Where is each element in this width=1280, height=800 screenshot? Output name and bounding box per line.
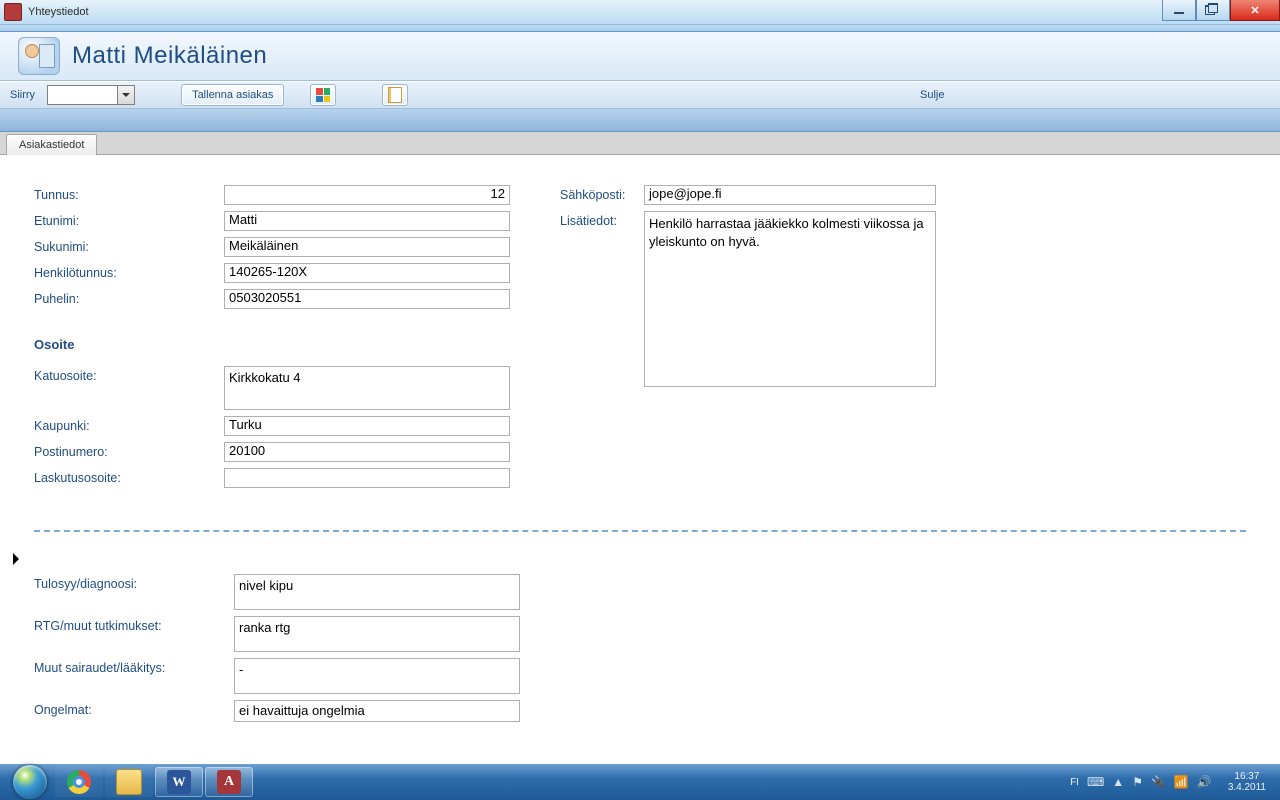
tray-language[interactable]: FI (1070, 777, 1079, 788)
folder-icon (116, 769, 142, 795)
taskbar-clock[interactable]: 16:37 3.4.2011 (1220, 771, 1274, 794)
goto-label: Siirry (10, 89, 35, 101)
taskbar-word[interactable]: W (155, 767, 203, 797)
label-etunimi: Etunimi: (34, 211, 224, 228)
field-rtg[interactable]: ranka rtg (234, 616, 520, 652)
section-bar (0, 109, 1280, 132)
maximize-button[interactable] (1196, 0, 1230, 21)
ribbon-spacer (0, 25, 1280, 32)
minimize-button[interactable] (1162, 0, 1196, 21)
document-icon (388, 87, 402, 103)
label-kaupunki: Kaupunki: (34, 416, 224, 433)
field-laskutusosoite[interactable] (224, 468, 510, 488)
taskbar: W A FI ⌨ ▲ ⚑ 🔌 📶 🔊 16:37 3.4.2011 (0, 764, 1280, 800)
system-tray: FI ⌨ ▲ ⚑ 🔌 📶 🔊 16:37 3.4.2011 (1070, 771, 1274, 794)
label-postinumero: Postinumero: (34, 442, 224, 459)
field-sahkoposti[interactable]: jope@jope.fi (644, 185, 936, 205)
label-muut: Muut sairaudet/lääkitys: (34, 658, 234, 675)
tab-row: Asiakastiedot (0, 132, 1280, 155)
label-puhelin: Puhelin: (34, 289, 224, 306)
taskbar-access[interactable]: A (205, 767, 253, 797)
label-sukunimi: Sukunimi: (34, 237, 224, 254)
field-puhelin[interactable]: 0503020551 (224, 289, 510, 309)
label-tunnus: Tunnus: (34, 185, 224, 202)
page-title: Matti Meikäläinen (72, 42, 267, 70)
label-katuosoite: Katuosoite: (34, 366, 224, 383)
form-toolbar: Siirry Tallenna asiakas Sulje (0, 81, 1280, 109)
clock-date: 3.4.2011 (1228, 782, 1266, 794)
taskbar-explorer[interactable] (105, 767, 153, 797)
label-lisatiedot: Lisätiedot: (560, 211, 644, 228)
label-sahkoposti: Sähköposti: (560, 185, 644, 202)
keyboard-icon[interactable]: ⌨ (1087, 775, 1104, 789)
label-tulosyy: Tulosyy/diagnoosi: (34, 574, 234, 591)
form-header: Matti Meikäläinen (0, 32, 1280, 81)
field-kaupunki[interactable]: Turku (224, 416, 510, 436)
contact-avatar-icon (18, 37, 60, 75)
document-button[interactable] (382, 84, 408, 106)
form-body: Tunnus: 12 Etunimi: Matti Sukunimi: Meik… (0, 155, 1280, 769)
window-title: Yhteystiedot (28, 6, 89, 18)
field-lisatiedot[interactable]: Henkilö harrastaa jääkiekko kolmesti vii… (644, 211, 936, 387)
section-osoite: Osoite (34, 337, 510, 352)
taskbar-chrome[interactable] (55, 767, 103, 797)
label-henkilotunnus: Henkilötunnus: (34, 263, 224, 280)
diagnosis-subform: Tulosyy/diagnoosi: nivel kipu RTG/muut t… (34, 552, 1246, 722)
volume-icon[interactable]: 🔊 (1197, 775, 1212, 789)
field-sukunimi[interactable]: Meikäläinen (224, 237, 510, 257)
window-buttons (1162, 0, 1280, 21)
field-postinumero[interactable]: 20100 (224, 442, 510, 462)
record-selector-icon[interactable] (12, 552, 26, 566)
start-button[interactable] (6, 764, 54, 800)
access-icon: A (217, 770, 241, 794)
flag-icon[interactable]: ⚑ (1132, 775, 1143, 789)
chrome-icon (67, 770, 91, 794)
word-icon: W (167, 770, 191, 794)
field-tulosyy[interactable]: nivel kipu (234, 574, 520, 610)
label-ongelmat: Ongelmat: (34, 700, 234, 717)
tray-up-icon[interactable]: ▲ (1112, 775, 1124, 789)
power-icon[interactable]: 🔌 (1151, 775, 1166, 789)
save-button-label: Tallenna asiakas (192, 89, 273, 101)
right-column: Sähköposti: jope@jope.fi Lisätiedot: Hen… (560, 185, 936, 494)
section-divider (34, 530, 1246, 532)
goto-combobox[interactable] (47, 85, 135, 105)
window-titlebar: Yhteystiedot (0, 0, 1280, 25)
categories-button[interactable] (310, 84, 336, 106)
app-icon (4, 3, 22, 21)
color-grid-icon (316, 88, 330, 102)
chevron-down-icon (117, 86, 134, 104)
label-laskutusosoite: Laskutusosoite: (34, 468, 224, 485)
field-ongelmat[interactable]: ei havaittuja ongelmia (234, 700, 520, 722)
clock-time: 16:37 (1228, 771, 1266, 783)
field-katuosoite[interactable]: Kirkkokatu 4 (224, 366, 510, 410)
field-henkilotunnus[interactable]: 140265-120X (224, 263, 510, 283)
windows-orb-icon (13, 765, 47, 799)
tab-asiakastiedot[interactable]: Asiakastiedot (6, 134, 97, 155)
network-icon[interactable]: 📶 (1174, 775, 1189, 789)
field-muut[interactable]: - (234, 658, 520, 694)
field-tunnus[interactable]: 12 (224, 185, 510, 205)
label-rtg: RTG/muut tutkimukset: (34, 616, 234, 633)
save-customer-button[interactable]: Tallenna asiakas (181, 84, 284, 106)
field-etunimi[interactable]: Matti (224, 211, 510, 231)
left-column: Tunnus: 12 Etunimi: Matti Sukunimi: Meik… (34, 185, 510, 494)
close-form-link[interactable]: Sulje (920, 89, 944, 101)
close-window-button[interactable] (1230, 0, 1280, 21)
tab-label: Asiakastiedot (19, 139, 84, 151)
